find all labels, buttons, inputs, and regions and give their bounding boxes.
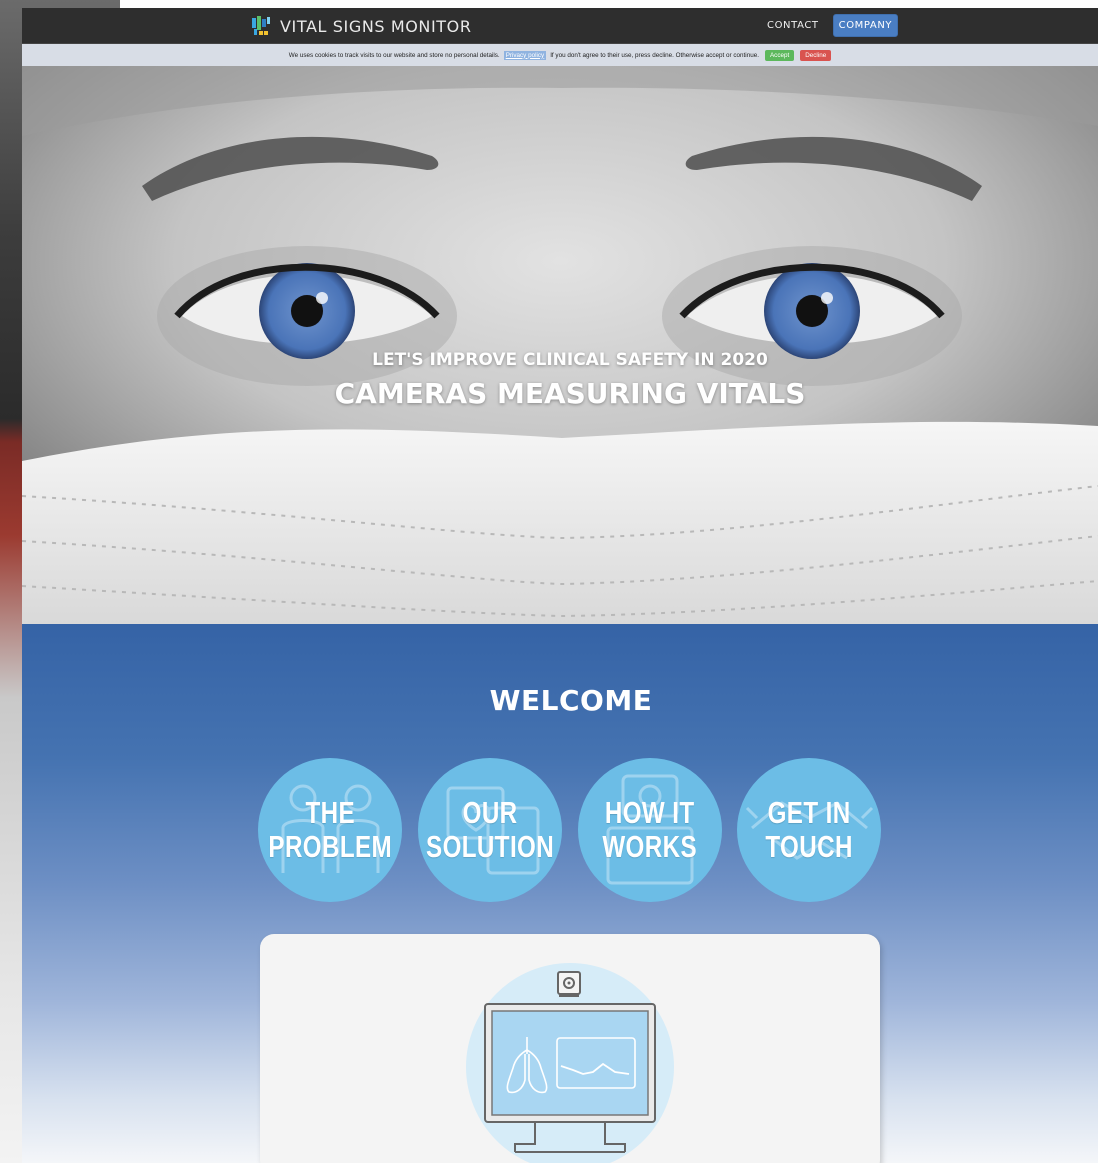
web-page: VITAL SIGNS MONITOR CONTACT COMPANY We u… <box>22 8 1098 1163</box>
our-solution-link[interactable]: OUR SOLUTION <box>418 758 562 902</box>
our-solution-line2: SOLUTION <box>425 829 555 864</box>
cookie-accept-button[interactable]: Accept <box>764 49 795 61</box>
brand-link[interactable]: VITAL SIGNS MONITOR <box>250 15 472 37</box>
how-it-works-line1: HOW IT <box>605 795 695 830</box>
our-solution-label: OUR SOLUTION <box>426 796 554 864</box>
camera-monitor-lungs-icon <box>466 963 674 1163</box>
hero-face-image <box>22 66 1098 624</box>
the-problem-line2: PROBLEM <box>268 829 392 864</box>
nav-link-company[interactable]: COMPANY <box>832 14 899 37</box>
cookie-text-before: We uses cookies to track visits to our w… <box>288 51 500 59</box>
get-in-touch-line2: TOUCH <box>765 829 853 864</box>
cookie-text-after: If you don't agree to their use, press d… <box>550 51 759 59</box>
background-top-strip <box>120 0 1098 8</box>
nav-link-contact[interactable]: CONTACT <box>763 15 823 36</box>
navbar: VITAL SIGNS MONITOR CONTACT COMPANY <box>22 8 1098 44</box>
privacy-policy-link[interactable]: Privacy policy <box>503 50 547 60</box>
nav-links: CONTACT COMPANY <box>763 14 899 37</box>
hero-subtitle: LET'S IMPROVE CLINICAL SAFETY IN 2020 <box>372 350 768 370</box>
get-in-touch-label: GET IN TOUCH <box>765 796 852 864</box>
hero-banner: LET'S IMPROVE CLINICAL SAFETY IN 2020 CA… <box>22 66 1098 624</box>
how-it-works-link[interactable]: HOW IT WORKS <box>578 758 722 902</box>
our-solution-line1: OUR <box>462 795 518 830</box>
how-it-works-line2: WORKS <box>602 829 698 864</box>
welcome-heading: WELCOME <box>489 684 653 717</box>
welcome-section: WELCOME THE PROBLEM OUR SOLUTION HOW IT … <box>22 624 1098 1163</box>
brand-logo-icon <box>252 16 270 35</box>
the-problem-link[interactable]: THE PROBLEM <box>258 758 402 902</box>
get-in-touch-line1: GET IN <box>767 795 851 830</box>
cookie-consent-bar: We uses cookies to track visits to our w… <box>22 44 1098 66</box>
feature-card <box>260 934 880 1163</box>
brand-name: VITAL SIGNS MONITOR <box>280 16 472 36</box>
the-problem-label: THE PROBLEM <box>268 796 392 864</box>
the-problem-line1: THE <box>305 795 355 830</box>
cookie-decline-button[interactable]: Decline <box>800 49 832 61</box>
get-in-touch-link[interactable]: GET IN TOUCH <box>737 758 881 902</box>
hero-title: CAMERAS MEASURING VITALS <box>334 377 806 410</box>
how-it-works-label: HOW IT WORKS <box>603 796 698 864</box>
